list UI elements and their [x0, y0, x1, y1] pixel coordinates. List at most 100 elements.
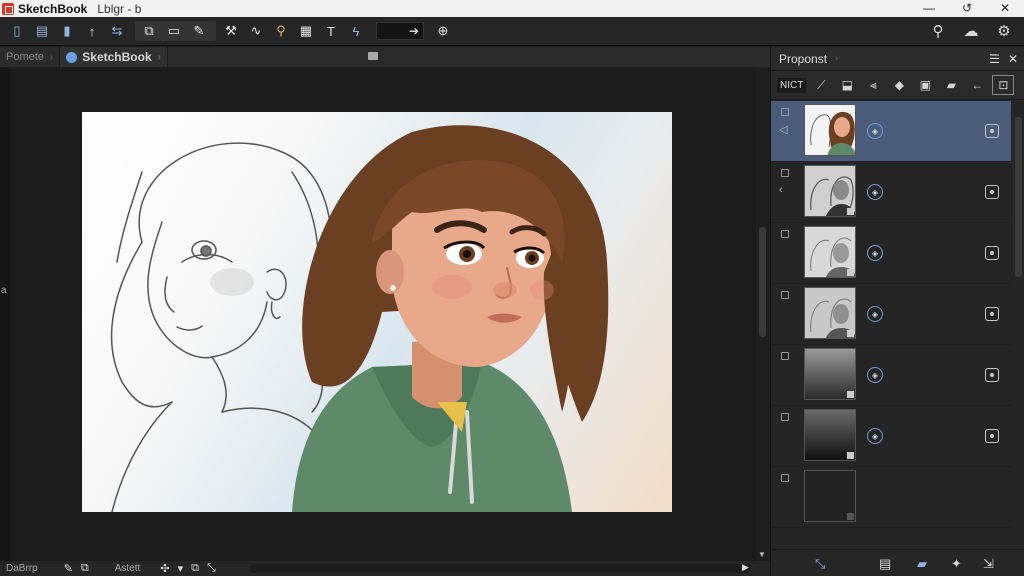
visibility-icon[interactable] [985, 246, 999, 260]
layer-item[interactable]: ◁ ◈ [771, 101, 1011, 162]
document-name: Lblgr - b [97, 1, 142, 16]
minimize-button[interactable]: — [910, 0, 948, 17]
layer-lock-icon[interactable] [781, 169, 789, 177]
layer-thumbnail [804, 348, 856, 400]
layers-toggle-icon[interactable]: ⧉ [81, 562, 89, 575]
curve-icon[interactable]: ∿ [245, 20, 267, 42]
effects-icon[interactable]: ✦ [951, 556, 962, 572]
visibility-icon[interactable] [985, 185, 999, 199]
edit-layer-icon[interactable]: ⟋ [810, 75, 832, 95]
brush-size-field[interactable]: ➔ [376, 22, 424, 40]
panel-title[interactable]: Proponst [779, 52, 827, 66]
add-layer-icon[interactable]: ⊡ [992, 75, 1015, 95]
status-bar: DaBrrp ✎ ⧉ Astett ✣ ▾ ⧉ ⤡ ▶ [0, 561, 770, 576]
folder-icon[interactable] [368, 52, 378, 60]
layer-thumbnail [804, 409, 856, 461]
app-name: SketchBook [18, 1, 88, 16]
layer-item[interactable]: ◈ [771, 406, 1011, 467]
blend-mode-icon[interactable]: ◈ [867, 184, 883, 200]
canvas-vertical-scrollbar[interactable]: ▼ [756, 67, 770, 561]
artwork-illustration [110, 125, 609, 512]
scroll-right-arrow-icon[interactable]: ▶ [742, 562, 749, 573]
fit-icon[interactable]: ⤡ [207, 562, 216, 575]
visibility-icon[interactable] [985, 368, 999, 382]
layer-item[interactable]: ◈ [771, 284, 1011, 345]
settings-icon[interactable]: ⚙ [993, 20, 1015, 42]
search-icon[interactable]: ⚲ [927, 20, 949, 42]
lightning-icon[interactable]: ϟ [345, 20, 367, 42]
blend-mode-icon[interactable]: ◈ [867, 245, 883, 261]
sketchbook-tab-icon [66, 51, 78, 63]
text-icon[interactable]: T [320, 20, 342, 42]
panel-tab-close-icon[interactable]: › [835, 53, 838, 64]
snap-icon[interactable]: ⧉ [191, 562, 199, 575]
paint-bucket-icon[interactable]: ⬓ [836, 75, 858, 95]
merge-layer-icon[interactable]: ⫷ [862, 75, 884, 95]
layer-item[interactable] [771, 467, 1011, 528]
group-layer-icon[interactable]: ▰ [940, 75, 962, 95]
layer-mask-indicator [847, 269, 854, 276]
panel-close-icon[interactable]: ✕ [1008, 52, 1018, 66]
selection-group[interactable]: ⧉ ▭ ✎ [135, 21, 216, 41]
scrollbar-thumb[interactable] [759, 227, 766, 337]
close-tab-icon[interactable]: › [158, 52, 161, 63]
main-toolbar: ▯ ▤ ▮ ↑ ⇆ ⧉ ▭ ✎ ⚒ ∿ ⚲ ▦ T ϟ ➔ ⊕ ⚲ ☁ ⚙ [0, 17, 1024, 46]
new-file-icon[interactable]: ▯ [6, 20, 28, 42]
texture-icon[interactable]: ▦ [295, 20, 317, 42]
visibility-icon[interactable] [985, 307, 999, 321]
layer-mask-indicator [847, 330, 854, 337]
visibility-icon[interactable] [985, 124, 999, 138]
scroll-down-arrow-icon[interactable]: ▼ [758, 550, 766, 559]
transform-icon[interactable]: ⇆ [106, 20, 128, 42]
comment-icon[interactable]: ▰ [917, 556, 927, 572]
panel-menu-icon[interactable]: ☰ [989, 52, 1000, 66]
visibility-icon[interactable] [985, 429, 999, 443]
back-arrow-icon[interactable]: ← [966, 75, 988, 95]
blend-mode-icon[interactable]: ◈ [867, 306, 883, 322]
open-file-icon[interactable]: ▤ [31, 20, 53, 42]
image-layer-icon[interactable]: ▣ [914, 75, 936, 95]
save-icon[interactable]: ▮ [56, 20, 78, 42]
close-button[interactable]: ✕ [986, 0, 1024, 17]
layer-mode-label[interactable]: NICT [777, 77, 807, 93]
selection-group-icon[interactable]: ⧉ [138, 20, 160, 42]
pen-icon[interactable]: ✎ [188, 20, 210, 42]
layer-mask-indicator [847, 513, 854, 520]
fill-icon[interactable]: ◆ [888, 75, 910, 95]
blend-mode-icon[interactable]: ◈ [867, 367, 883, 383]
left-strip: a [0, 67, 10, 561]
tab-sketchbook[interactable]: SketchBook › [60, 47, 168, 67]
layer-expand-icon[interactable]: ‹ [779, 184, 783, 196]
layer-lock-icon[interactable] [781, 413, 789, 421]
pin-icon[interactable]: ⊕ [432, 20, 454, 42]
layer-lock-icon[interactable] [781, 352, 789, 360]
app-logo-icon [2, 2, 14, 15]
dropdown-arrow-icon[interactable]: ▾ [178, 562, 184, 575]
export-icon[interactable]: ⇲ [983, 556, 994, 572]
transform-layer-icon[interactable]: ⤡ [815, 556, 825, 572]
cloud-icon[interactable]: ☁ [960, 20, 982, 42]
blend-mode-icon[interactable]: ◈ [867, 428, 883, 444]
layer-item[interactable]: ◈ [771, 345, 1011, 406]
layer-lock-icon[interactable] [781, 291, 789, 299]
layer-item[interactable]: ‹ ◈ [771, 162, 1011, 223]
layer-lock-icon[interactable] [781, 230, 789, 238]
blend-mode-icon[interactable]: ◈ [867, 123, 883, 139]
layer-item[interactable]: ◈ [771, 223, 1011, 284]
brush-icon[interactable]: ↑ [81, 20, 103, 42]
tab-pomete[interactable]: Pomete › [0, 47, 61, 67]
restore-button[interactable]: ↺ [948, 0, 986, 17]
layer-lock-icon[interactable] [781, 108, 789, 116]
layer-expand-icon[interactable]: ◁ [779, 123, 787, 136]
close-tab-icon[interactable]: › [50, 52, 53, 63]
navigate-icon[interactable]: ✣ [160, 562, 169, 575]
brush-tool-icon[interactable]: ✎ [64, 562, 73, 575]
lasso-icon[interactable]: ▭ [163, 20, 185, 42]
layer-lock-icon[interactable] [781, 474, 789, 482]
panel-scrollbar[interactable] [1015, 117, 1022, 277]
symmetry-icon[interactable]: ⚒ [220, 20, 242, 42]
drawing-canvas[interactable] [82, 112, 672, 512]
zoom-icon[interactable]: ⚲ [270, 20, 292, 42]
canvas-horizontal-scrollbar[interactable] [250, 564, 750, 573]
new-layer-group-icon[interactable]: ▤ [879, 556, 891, 572]
